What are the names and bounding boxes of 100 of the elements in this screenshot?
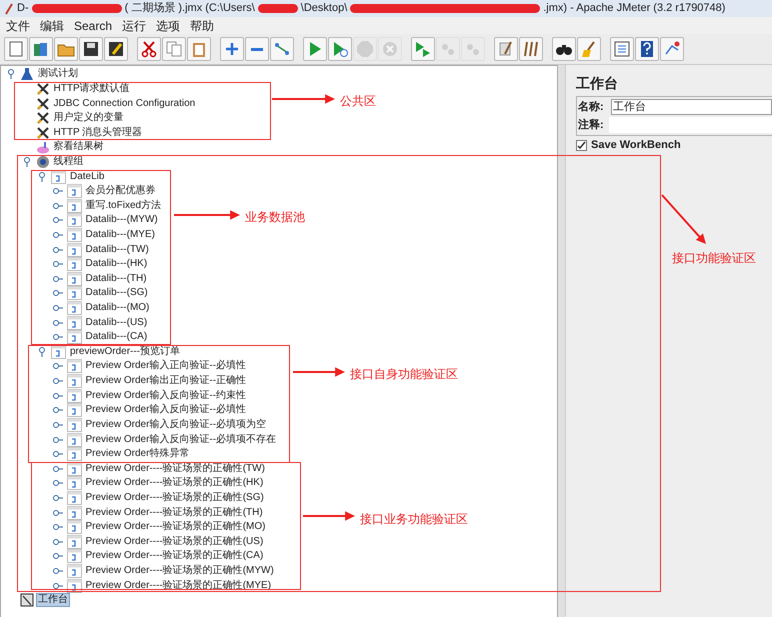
toolbar-button[interactable] [552,37,576,61]
window-title: \Desktop\ [300,1,348,16]
collapsed-handle-icon[interactable] [52,362,62,370]
collapsed-handle-icon[interactable] [52,420,62,429]
tree-item[interactable]: HTTP 消息头管理器 [52,126,144,140]
feather-icon [4,2,14,14]
tree-item[interactable]: Datalib---(TW) [84,242,151,257]
tree-item[interactable]: Preview Order----验证场景的正确性(MO) [84,520,268,534]
collapsed-handle-icon[interactable] [52,582,62,590]
collapsed-handle-icon[interactable] [52,464,62,473]
collapsed-handle-icon[interactable] [52,318,62,327]
expanded-handle-icon[interactable] [7,69,15,80]
collapsed-handle-icon[interactable] [52,552,62,560]
collapsed-handle-icon[interactable] [52,333,62,342]
menu-item[interactable]: 运行 [122,16,146,34]
menu-item[interactable]: 文件 [6,16,30,34]
expanded-handle-icon[interactable] [22,156,30,167]
annotation-label: 接口业务功能验证区 [360,511,468,528]
expanded-handle-icon[interactable] [38,172,46,182]
tree-item[interactable]: 察看结果树 [52,140,106,154]
checkbox-label: Save WorkBench [591,138,681,153]
tree-item[interactable]: Preview Order输入反向验证--必填项为空 [84,418,268,432]
play-timer-icon [331,40,349,58]
fragment-icon [66,316,82,330]
tree-item[interactable]: Preview Order----验证场景的正确性(MYW) [84,564,276,578]
scissors-icon [140,40,158,58]
name-field[interactable]: 工作台 [611,99,772,115]
collapsed-handle-icon[interactable] [52,377,62,386]
collapsed-handle-icon[interactable] [52,436,62,444]
tree-item[interactable]: Preview Order特殊异常 [84,447,192,462]
redaction-mark [258,4,298,13]
flask-icon [20,67,34,82]
collapsed-handle-icon[interactable] [52,246,62,254]
collapsed-handle-icon[interactable] [52,289,62,298]
checkbox[interactable] [576,140,587,151]
tree-item[interactable]: Preview Order----验证场景的正确性(TW) [84,462,267,476]
collapsed-handle-icon[interactable] [52,406,62,414]
fragment-icon [66,462,82,476]
x-circle-icon [381,40,399,58]
tree-item[interactable]: Datalib---(US) [84,316,150,330]
tree-item[interactable]: Datalib---(CA) [84,330,150,344]
tree-item[interactable]: Datalib---(SG) [84,286,150,300]
tree-item[interactable]: Datalib---(HK) [84,257,150,272]
menu-item[interactable]: 编辑 [40,16,64,34]
wrench-icon [36,82,50,96]
fragment-icon [66,301,82,316]
tree-item[interactable]: HTTP请求默认值 [52,82,132,96]
expanded-handle-icon[interactable] [38,346,46,357]
tree-item[interactable]: Preview Order----验证场景的正确性(TH) [84,506,265,520]
tree-item[interactable]: Datalib---(MYW) [84,213,160,228]
collapsed-handle-icon[interactable] [52,494,62,502]
toolbar-button[interactable] [104,37,128,61]
tree-item[interactable]: Datalib---(MO) [84,301,152,316]
tree-item[interactable]: 重写.toFixed方法 [84,198,164,213]
collapsed-handle-icon[interactable] [52,260,62,268]
tree-item[interactable]: 工作台 [36,593,70,608]
tree-item[interactable]: 用户定义的变量 [52,111,126,126]
tree-item[interactable]: Preview Order----验证场景的正确性(CA) [84,549,266,564]
toolbar-button[interactable] [610,37,634,61]
toolbar-button[interactable] [79,37,103,61]
collapsed-handle-icon[interactable] [52,216,62,224]
tree-item[interactable]: Preview Order----验证场景的正确性(MYE) [84,578,274,593]
tree-item[interactable]: 测试计划 [36,67,80,82]
collapsed-handle-icon[interactable] [52,523,62,532]
menu-item[interactable]: 选项 [156,16,180,34]
tree-item[interactable]: 会员分配优惠券 [84,184,158,198]
collapsed-handle-icon[interactable] [52,450,62,458]
tree-item[interactable]: Preview Order----验证场景的正确性(SG) [84,490,266,505]
tree-item[interactable]: Datalib---(TH) [84,272,149,286]
collapsed-handle-icon[interactable] [52,479,62,488]
menu-item[interactable]: 帮助 [190,16,214,34]
tree-item[interactable]: 线程组 [52,154,86,169]
tree-item[interactable]: Preview Order输入反向验证--约束性 [84,388,248,403]
list-icon [613,40,631,58]
tree-item[interactable]: DateLib [68,170,106,184]
tree-item[interactable]: Preview Order----验证场景的正确性(HK) [84,476,266,490]
tree-item[interactable]: Preview Order输入反向验证--必填性 [84,403,248,418]
collapsed-handle-icon[interactable] [52,304,62,312]
clipboard-icon [190,40,208,58]
tree-item[interactable]: Preview Order----验证场景的正确性(US) [84,534,266,549]
tree-item[interactable]: Preview Order输出正向验证--正确性 [84,374,248,388]
tree-item[interactable]: JDBC Connection Configuration [52,96,198,111]
collapsed-handle-icon[interactable] [52,274,62,283]
minus-icon [251,48,263,50]
tree-item[interactable]: previewOrder---预览订单 [68,344,182,359]
collapsed-handle-icon[interactable] [52,187,62,196]
tree-item[interactable]: Preview Order输入正向验证--必填性 [84,359,248,374]
collapsed-handle-icon[interactable] [52,202,62,210]
collapsed-handle-icon[interactable] [52,392,62,400]
fragment-icon [66,447,82,462]
menu-item[interactable]: Search [74,16,112,34]
toolbar-button[interactable] [635,37,659,61]
tree-item[interactable]: Datalib---(MYE) [84,228,157,242]
collapsed-handle-icon[interactable] [52,538,62,546]
collapsed-handle-icon[interactable] [52,231,62,239]
collapsed-handle-icon[interactable] [52,508,62,517]
toggle-icon [273,40,291,58]
window-title: .jmx) - Apache JMeter (3.2 r1790748) [543,1,726,16]
collapsed-handle-icon[interactable] [52,567,62,576]
tree-item[interactable]: Preview Order输入反向验证--必填项不存在 [84,432,278,447]
